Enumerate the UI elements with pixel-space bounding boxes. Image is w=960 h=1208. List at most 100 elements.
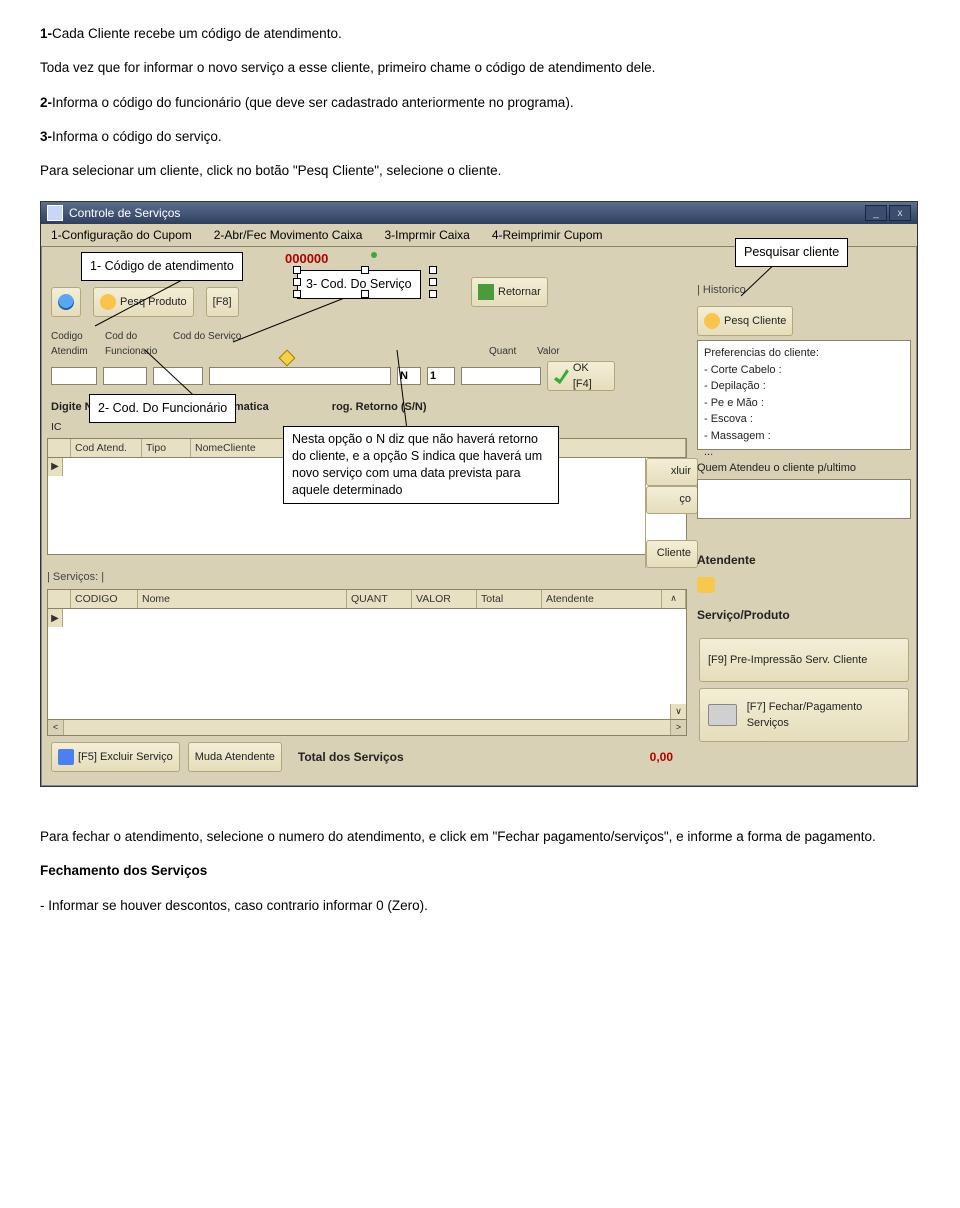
col-label: Valor	[537, 344, 577, 359]
quant-input[interactable]	[427, 367, 455, 385]
pesq-cliente-button[interactable]: Pesq Cliente	[697, 306, 793, 336]
servico-side-button[interactable]: ço	[646, 486, 698, 514]
pref-item: - Depilação :	[704, 378, 904, 395]
pre-impressao-button[interactable]: [F9] Pre-Impressão Serv. Cliente	[699, 638, 909, 682]
pref-item: - Pe e Mão :	[704, 395, 904, 412]
numero-display: 000000	[285, 249, 328, 269]
pref-title: Preferencias do cliente:	[704, 345, 904, 362]
pesq-produto-button[interactable]: Pesq Produto	[93, 287, 194, 317]
serv-grid-body[interactable]: ▶ ∨	[47, 609, 687, 720]
return-icon	[478, 284, 494, 300]
col-header: Total	[477, 590, 542, 608]
handle-icon	[361, 290, 369, 298]
pref-item: ...	[704, 444, 904, 461]
col-header: QUANT	[347, 590, 412, 608]
cod-funcionario-input[interactable]	[103, 367, 147, 385]
pref-item: - Escova :	[704, 411, 904, 428]
retornar-button[interactable]: Retornar	[471, 277, 548, 307]
menu-caixa[interactable]: 2-Abr/Fec Movimento Caixa	[214, 226, 363, 244]
col-header: Tipo	[142, 439, 191, 457]
close-button[interactable]: x	[889, 205, 911, 221]
serv-grid-header: CODIGO Nome QUANT VALOR Total Atendente …	[47, 589, 687, 609]
ic-label: IC	[51, 421, 62, 433]
screenshot-window: Controle de Serviços _ x 1-Configuração …	[40, 201, 918, 787]
handle-icon	[361, 266, 369, 274]
fechar-pagamento-button[interactable]: [F7] Fechar/Pagamento Serviços	[699, 688, 909, 742]
preferencias-box: Preferencias do cliente: - Corte Cabelo …	[697, 340, 911, 450]
toolbar-label: Pesq Produto	[120, 294, 187, 311]
col-header: Nome	[138, 590, 347, 608]
printer-icon	[708, 704, 737, 726]
search-icon	[100, 294, 116, 310]
callout-cod-func: 2- Cod. Do Funcionário	[89, 394, 236, 423]
doc-p1: 1-Cada Cliente recebe um código de atend…	[40, 24, 920, 44]
delete-icon	[58, 749, 74, 765]
col-label: Cod do	[105, 329, 165, 344]
historico-section-label2: | Historico	[697, 282, 911, 299]
handle-icon	[293, 290, 301, 298]
scroll-horizontal[interactable]: < >	[47, 720, 687, 736]
col-header: Cod Atend.	[71, 439, 142, 457]
excluir-side-button[interactable]: xluir	[646, 458, 698, 486]
prog-label: rog. Retorno (S/N)	[332, 401, 427, 413]
total-value: 0,00	[650, 748, 673, 766]
callout-cod-serv: 3- Cod. Do Serviço	[297, 270, 421, 299]
cod-servico-input[interactable]	[153, 367, 203, 385]
btn-label: Cliente	[657, 545, 691, 562]
btn-label: ço	[679, 491, 691, 508]
btn-label: xluir	[671, 463, 691, 480]
titlebar: Controle de Serviços _ x	[41, 202, 917, 224]
btn-label: [F9] Pre-Impressão Serv. Cliente	[708, 652, 867, 669]
menu-config[interactable]: 1-Configuração do Cupom	[51, 226, 192, 244]
col-label: Quant	[489, 344, 529, 359]
doc-p6: Para fechar o atendimento, selecione o n…	[40, 827, 920, 847]
col-label: Codigo	[51, 329, 97, 344]
col-header: CODIGO	[71, 590, 138, 608]
handle-icon	[429, 278, 437, 286]
excluir-servico-button[interactable]: [F5] Excluir Serviço	[51, 742, 180, 772]
handle-icon	[293, 278, 301, 286]
total-label: Total dos Serviços	[298, 748, 404, 766]
codigo-atend-input[interactable]	[51, 367, 97, 385]
attendant-icon	[697, 577, 715, 593]
doc-p8: - Informar se houver descontos, caso con…	[40, 896, 920, 916]
servico-desc-input[interactable]	[209, 367, 391, 385]
help-button[interactable]	[51, 287, 81, 317]
doc-p4: 3-Informa o código do serviço.	[40, 127, 920, 147]
row-marker: ▶	[48, 609, 63, 627]
atendente-title: Atendente	[697, 551, 911, 569]
menu-reimprimir[interactable]: 4-Reimprimir Cupom	[492, 226, 603, 244]
callout-cod-atend: 1- Código de atendimento	[81, 252, 243, 281]
callout-pesq-cliente: Pesquisar cliente	[735, 238, 848, 267]
handle-icon	[429, 266, 437, 274]
row-marker: ▶	[48, 458, 63, 476]
digite-label: Digite N	[51, 401, 93, 413]
scroll-right-arrow[interactable]: >	[670, 720, 686, 735]
minimize-button[interactable]: _	[865, 205, 887, 221]
quem-atendeu-box	[697, 479, 911, 519]
col-label: Cod do Serviço	[173, 329, 273, 344]
help-icon	[58, 294, 74, 310]
btn-label: [F7] Fechar/Pagamento Serviços	[747, 699, 900, 732]
ok-button[interactable]: OK [F4]	[547, 361, 615, 391]
col-label: Funcionario	[105, 344, 165, 359]
retorno-sn-input[interactable]	[397, 367, 421, 385]
doc-p2: Toda vez que for informar o novo serviço…	[40, 58, 920, 78]
f8-button[interactable]: [F8]	[206, 287, 239, 317]
check-icon	[554, 368, 569, 384]
col-header: VALOR	[412, 590, 477, 608]
col-header: Atendente	[542, 590, 662, 608]
window-title: Controle de Serviços	[69, 204, 180, 222]
menu-imprimir[interactable]: 3-Imprmir Caixa	[384, 226, 469, 244]
valor-input[interactable]	[461, 367, 541, 385]
scroll-left-arrow[interactable]: <	[48, 720, 64, 735]
quem-atendeu-label: Quem Atendeu o cliente p/ultimo	[697, 460, 911, 477]
doc-p7: Fechamento dos Serviços	[40, 861, 920, 881]
left-panel: 000000 Pesq Produto [F8] Retornar Codigo…	[41, 247, 693, 786]
services-section-label: | Serviços: |	[47, 569, 687, 586]
muda-atendente-button[interactable]: Muda Atendente	[188, 742, 282, 772]
toolbar-label: Retornar	[498, 284, 541, 301]
scroll-down-arrow[interactable]: ∨	[670, 704, 686, 719]
doc-p5: Para selecionar um cliente, click no bot…	[40, 161, 920, 181]
cliente-side-button[interactable]: Cliente	[646, 540, 698, 568]
